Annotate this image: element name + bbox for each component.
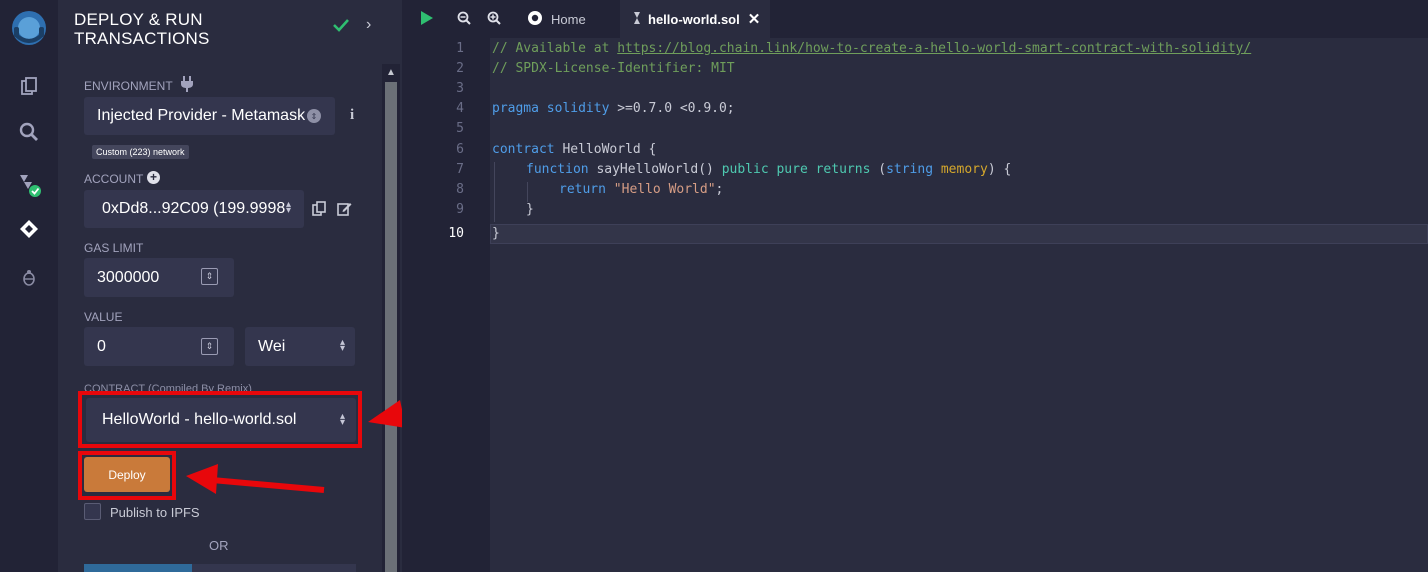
chevron-right-icon[interactable]: › xyxy=(366,16,371,34)
remix-logo-icon[interactable] xyxy=(0,8,58,48)
line-number: 3 xyxy=(456,81,464,96)
contract-keyword: contract xyxy=(492,142,555,157)
panel-title-line1: DEPLOY & RUN xyxy=(74,10,203,29)
paren-close: ) { xyxy=(987,162,1012,177)
network-badge: Custom (223) network xyxy=(92,145,189,159)
add-account-icon[interactable]: + xyxy=(147,171,160,184)
value-label: VALUE xyxy=(84,310,123,324)
at-address-button[interactable] xyxy=(84,564,192,572)
zoom-out-icon[interactable] xyxy=(457,11,471,30)
code-line-1: // Available at https://blog.chain.link/… xyxy=(492,41,1251,56)
tab-hello-world[interactable]: hello-world.sol ✕ xyxy=(620,0,770,38)
line-number: 2 xyxy=(456,61,464,76)
icon-sidebar xyxy=(0,0,58,572)
remix-ide: DEPLOY & RUN TRANSACTIONS › ▲ ENVIRONMEN… xyxy=(0,0,1428,572)
run-icon[interactable] xyxy=(420,10,434,31)
code-line-4: pragma solidity >=0.7.0 <0.9.0; xyxy=(492,101,735,116)
type-keyword: string xyxy=(886,162,934,177)
line-number: 8 xyxy=(456,182,464,197)
home-icon xyxy=(527,10,543,29)
line-number: 7 xyxy=(456,162,464,177)
updown-icon: ⇕ xyxy=(307,109,321,123)
publish-label: Publish to IPFS xyxy=(110,505,200,520)
gas-limit-label: GAS LIMIT xyxy=(84,241,144,255)
contract-name: HelloWorld { xyxy=(554,142,657,157)
tab-home[interactable]: Home xyxy=(527,0,607,38)
tab-hello-world-label: hello-world.sol xyxy=(648,11,740,27)
paren: ( xyxy=(870,162,887,177)
solidity-file-icon xyxy=(632,11,642,28)
indent-guide xyxy=(494,162,495,222)
pragma-keyword: pragma solidity xyxy=(492,101,610,116)
file-explorer-icon[interactable] xyxy=(0,74,58,98)
debugger-icon[interactable] xyxy=(0,266,58,290)
or-label: OR xyxy=(209,538,229,553)
line-number: 10 xyxy=(448,226,464,241)
function-name: sayHelloWorld() xyxy=(588,162,722,177)
code-line-2: // SPDX-License-Identifier: MIT xyxy=(492,61,735,76)
deploy-highlight-box xyxy=(78,451,176,500)
account-value: 0xDd8...92C09 (199.9998 xyxy=(102,200,286,217)
return-keyword: return xyxy=(559,182,606,197)
close-tab-icon[interactable]: ✕ xyxy=(748,10,761,28)
comment-text: // Available at xyxy=(492,41,618,56)
info-icon[interactable]: i xyxy=(350,107,354,124)
search-icon[interactable] xyxy=(0,120,58,144)
function-keyword: function xyxy=(526,162,589,177)
plug-icon xyxy=(180,76,194,97)
line-number: 6 xyxy=(456,142,464,157)
gas-limit-stepper-icon[interactable]: ⇕ xyxy=(201,268,218,285)
unit-updown-icon: ▴ ▾ xyxy=(340,337,346,354)
zoom-in-icon[interactable] xyxy=(487,11,501,30)
line-gutter xyxy=(402,38,490,572)
line-number: 5 xyxy=(456,121,464,136)
string-literal: "Hello World" xyxy=(605,182,716,197)
code-line-10: } xyxy=(492,226,500,241)
unit-select[interactable]: Wei xyxy=(245,327,355,366)
code-line-7: function sayHelloWorld() public pure ret… xyxy=(526,162,1011,177)
at-address-bar[interactable] xyxy=(84,564,356,572)
code-line-9: } xyxy=(526,202,534,217)
account-label: ACCOUNT xyxy=(84,172,144,186)
function-modifiers: public pure returns xyxy=(721,162,871,177)
edit-icon[interactable] xyxy=(337,201,352,221)
semicolon: ; xyxy=(715,182,724,197)
unit-value: Wei xyxy=(258,337,286,355)
publish-checkbox[interactable] xyxy=(84,503,101,520)
solidity-compiler-icon[interactable] xyxy=(0,170,58,200)
environment-select[interactable]: Injected Provider - Metamask xyxy=(84,97,335,135)
pragma-version: >=0.7.0 <0.9.0; xyxy=(609,101,735,116)
memory-keyword: memory xyxy=(933,162,988,177)
account-select[interactable]: 0xDd8...92C09 (199.9998 xyxy=(84,190,304,228)
code-editor[interactable] xyxy=(402,38,1428,572)
check-icon xyxy=(333,18,349,37)
code-line-8: return "Hello World"; xyxy=(559,182,723,197)
line-number: 4 xyxy=(456,101,464,116)
deploy-run-icon[interactable] xyxy=(0,216,58,242)
scroll-up-icon[interactable]: ▲ xyxy=(385,66,397,80)
comment-link[interactable]: https://blog.chain.link/how-to-create-a-… xyxy=(617,41,1251,56)
account-updown-icon: ▴ ▾ xyxy=(286,199,292,216)
indent-guide xyxy=(527,182,528,202)
gas-limit-value: 3000000 xyxy=(97,268,160,286)
contract-highlight-box xyxy=(78,391,362,448)
line-number: 1 xyxy=(456,41,464,56)
tab-home-label: Home xyxy=(551,11,586,27)
panel-title-line2: TRANSACTIONS xyxy=(74,29,210,48)
code-line-6: contract HelloWorld { xyxy=(492,142,656,157)
arrow-to-deploy-icon xyxy=(186,464,325,494)
value-amount: 0 xyxy=(97,337,106,355)
panel-title: DEPLOY & RUN TRANSACTIONS xyxy=(74,10,210,48)
environment-value: Injected Provider - Metamask xyxy=(97,107,306,124)
environment-label: ENVIRONMENT xyxy=(84,79,173,93)
line-number: 9 xyxy=(456,202,464,217)
current-line-highlight xyxy=(490,224,1428,244)
value-stepper-icon[interactable]: ⇕ xyxy=(201,338,218,355)
copy-icon[interactable] xyxy=(312,201,326,221)
